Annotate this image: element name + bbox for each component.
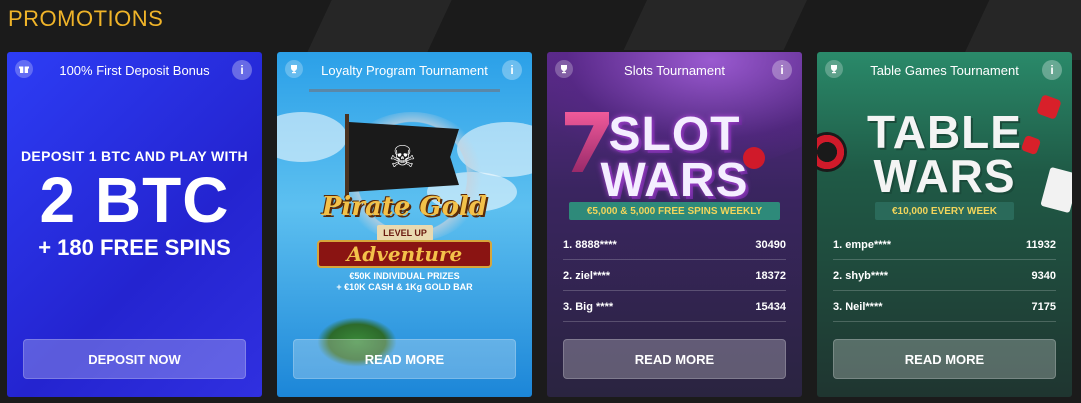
- leaderboard: 1. empe**** 11932 2. shyb**** 9340 3. Ne…: [833, 230, 1056, 323]
- leaderboard-row: 2. shyb**** 9340: [833, 261, 1056, 291]
- prize-line-2: + €10K CASH & 1Kg GOLD BAR: [336, 282, 473, 292]
- player-name: 3. Big ****: [563, 300, 614, 313]
- card-title: Slots Tournament: [624, 62, 725, 78]
- read-more-button[interactable]: READ MORE: [293, 339, 516, 379]
- prize-ribbon: €10,000 EVERY WEEK: [875, 202, 1014, 220]
- leaderboard-row: 1. 8888**** 30490: [563, 230, 786, 260]
- leaderboard-row: 3. Big **** 15434: [563, 292, 786, 322]
- card-title: 100% First Deposit Bonus: [59, 62, 210, 78]
- background-shard: [623, 0, 817, 50]
- bonus-line-1: DEPOSIT 1 BTC AND PLAY WITH: [21, 148, 248, 164]
- level-up-badge: LEVEL UP: [377, 225, 433, 241]
- player-name: 2. shyb****: [833, 269, 889, 282]
- game-title: Pirate Gold: [321, 192, 488, 222]
- info-icon[interactable]: i: [502, 60, 522, 80]
- page-title: PROMOTIONS: [8, 6, 164, 31]
- read-more-button[interactable]: READ MORE: [833, 339, 1056, 379]
- deposit-now-button[interactable]: DEPOSIT NOW: [23, 339, 246, 379]
- read-more-button[interactable]: READ MORE: [563, 339, 786, 379]
- leaderboard: 1. 8888**** 30490 2. ziel**** 18372 3. B…: [563, 230, 786, 323]
- game-subtitle: Adventure: [317, 240, 492, 268]
- card-title: Loyalty Program Tournament: [321, 62, 488, 78]
- background-shard: [961, 0, 1081, 60]
- leaderboard-row: 3. Neil**** 7175: [833, 292, 1056, 322]
- player-score: 11932: [1026, 238, 1056, 251]
- skull-icon: ☠: [389, 141, 416, 174]
- trophy-icon: [825, 60, 843, 78]
- gift-icon: [15, 60, 33, 78]
- player-name: 2. ziel****: [563, 269, 611, 282]
- banner-line-1: TABLE: [867, 106, 1022, 158]
- prize-line-1: €50K INDIVIDUAL PRIZES: [349, 271, 460, 281]
- info-icon[interactable]: i: [1042, 60, 1062, 80]
- promo-card-table-games-tournament[interactable]: Table Games Tournament i TABLE WARS €10,…: [817, 52, 1072, 397]
- banner-title: TABLE WARS: [817, 106, 1072, 202]
- player-score: 15434: [755, 300, 786, 313]
- card-header: 100% First Deposit Bonus i: [7, 52, 262, 88]
- player-name: 3. Neil****: [833, 300, 883, 313]
- info-icon[interactable]: i: [772, 60, 792, 80]
- player-name: 1. empe****: [833, 238, 892, 251]
- player-score: 9340: [1031, 269, 1056, 282]
- trophy-icon: [285, 60, 303, 78]
- player-score: 18372: [755, 269, 786, 282]
- cherry-icon: [743, 147, 765, 169]
- banner-line-2: WARS: [873, 150, 1016, 202]
- player-name: 1. 8888****: [563, 238, 617, 251]
- player-score: 7175: [1031, 300, 1056, 313]
- bonus-amount: 2 BTC: [39, 164, 230, 236]
- info-icon[interactable]: i: [232, 60, 252, 80]
- promo-card-slots-tournament[interactable]: Slots Tournament i SLOT WARS €5,000 & 5,…: [547, 52, 802, 397]
- trophy-icon: [555, 60, 573, 78]
- flagpole: [345, 114, 349, 204]
- card-header: Loyalty Program Tournament i: [277, 52, 532, 88]
- card-title: Table Games Tournament: [870, 62, 1019, 78]
- leaderboard-row: 1. empe**** 11932: [833, 230, 1056, 260]
- card-header: Slots Tournament i: [547, 52, 802, 88]
- progress-bar: [309, 89, 500, 92]
- prize-ribbon: €5,000 & 5,000 FREE SPINS WEEKLY: [569, 202, 780, 220]
- promo-card-first-deposit[interactable]: 100% First Deposit Bonus i DEPOSIT 1 BTC…: [7, 52, 262, 397]
- card-header: Table Games Tournament i: [817, 52, 1072, 88]
- banner-line-2: WARS: [600, 154, 749, 207]
- bonus-free-spins: + 180 FREE SPINS: [38, 235, 231, 260]
- leaderboard-row: 2. ziel**** 18372: [563, 261, 786, 291]
- promo-card-loyalty[interactable]: ☠ Loyalty Program Tournament i Pirate Go…: [277, 52, 532, 397]
- player-score: 30490: [755, 238, 786, 251]
- banner-line-1: SLOT: [608, 108, 741, 161]
- cloud: [277, 112, 347, 162]
